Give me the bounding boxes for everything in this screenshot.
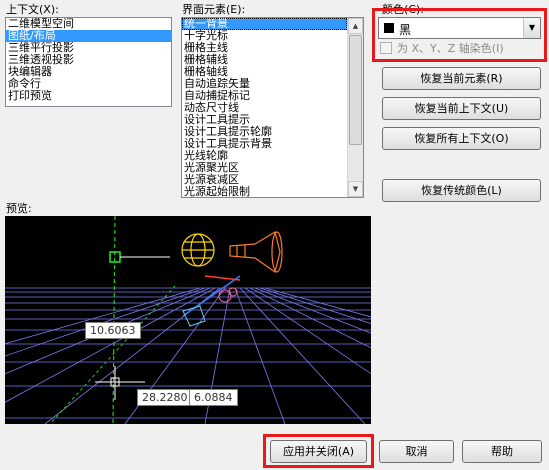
- tint-axes-checkbox[interactable]: [380, 42, 392, 54]
- restore-classic-button[interactable]: 恢复传统颜色(L): [382, 179, 541, 202]
- elements-scrollbar[interactable]: ▲ ▼: [347, 18, 363, 197]
- elements-listbox[interactable]: 统一背景 十字光标 栅格主线 栅格辅线 栅格轴线 自动追踪矢量 自动捕捉标记 动态尺寸线 设计工…: [181, 17, 364, 198]
- scroll-thumb[interactable]: [349, 35, 362, 145]
- preview-label: 预览:: [6, 202, 32, 215]
- restore-context-button[interactable]: 恢复当前上下文(U): [382, 97, 541, 120]
- coordinate-readout-2: 28.2280: [137, 389, 193, 406]
- elements-label: 界面元素(E):: [182, 3, 246, 16]
- scroll-down-icon[interactable]: ▼: [348, 181, 363, 197]
- restore-element-button[interactable]: 恢复当前元素(R): [382, 67, 541, 90]
- color-swatch: [384, 23, 394, 33]
- help-button[interactable]: 帮助: [462, 440, 542, 463]
- preview-canvas: 10.6063 28.2280 6.0884: [5, 216, 371, 424]
- color-dropdown[interactable]: 黑 ▼: [378, 17, 541, 39]
- red-axis: [204, 275, 241, 281]
- scroll-up-icon[interactable]: ▲: [348, 18, 363, 34]
- context-label: 上下文(X):: [6, 3, 59, 16]
- context-listbox[interactable]: 二维模型空间 图纸/布局 三维平行投影 三维透视投影 块编辑器 命令行 打印预览: [5, 17, 172, 107]
- coordinate-readout-3: 6.0884: [189, 389, 238, 406]
- color-value: 黑: [399, 23, 412, 37]
- tint-axes-label: 为 X、Y、Z 轴染色(I): [397, 42, 504, 55]
- spotlight-icon: [229, 231, 283, 273]
- coordinate-readout-1: 10.6063: [85, 322, 141, 339]
- color-label: 颜色(C):: [382, 3, 424, 16]
- context-list-item[interactable]: 打印预览: [6, 90, 171, 102]
- element-list-item[interactable]: 光源起始限制: [182, 186, 347, 198]
- chevron-down-icon[interactable]: ▼: [523, 18, 540, 38]
- light-bulb-icon: [181, 233, 215, 267]
- restore-all-button[interactable]: 恢复所有上下文(O): [382, 127, 541, 150]
- cancel-button[interactable]: 取消: [379, 440, 454, 463]
- apply-close-button[interactable]: 应用并关闭(A): [270, 440, 367, 463]
